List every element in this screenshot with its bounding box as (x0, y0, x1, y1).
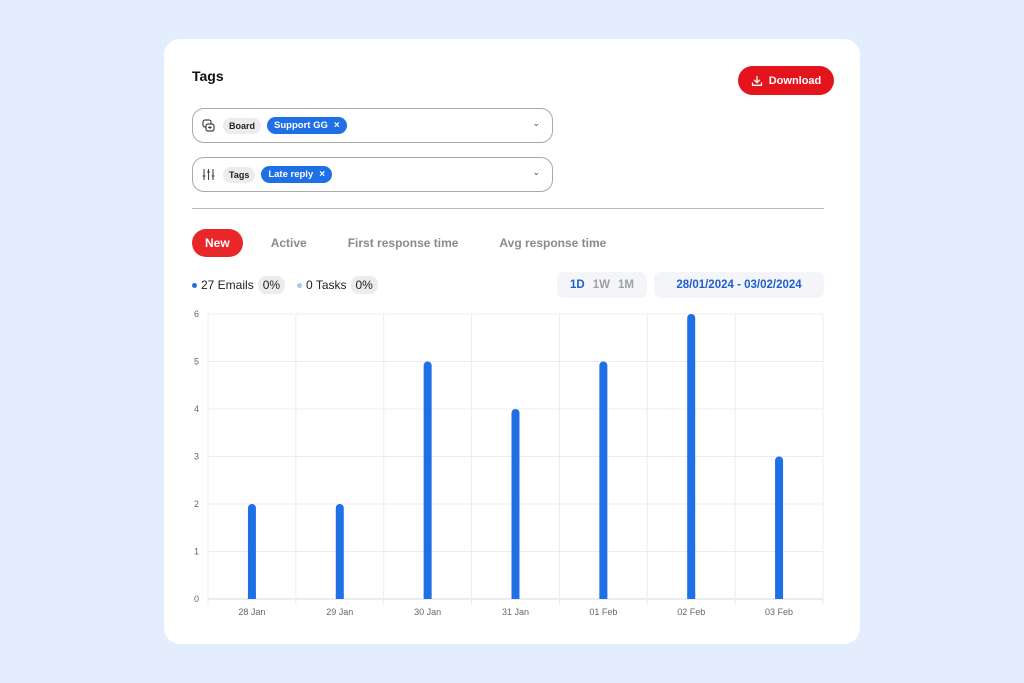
bar-chart: 0 1 2 3 4 5 6 28 Jan 29 Jan 30 Jan 31 Jan 01 Feb 02 … (194, 309, 824, 617)
y-tick-label: 0 (194, 594, 199, 604)
bar (247, 504, 256, 599)
x-tick-label: 28 Jan (238, 607, 265, 617)
x-tick-label: 29 Jan (326, 607, 353, 617)
bar (423, 361, 432, 599)
bar (511, 409, 520, 599)
bar-base (247, 594, 256, 599)
y-tick-label: 5 (194, 357, 199, 367)
bar-base (335, 594, 344, 599)
x-tick-label: 03 Feb (765, 607, 793, 617)
bar-base (599, 594, 608, 599)
bar-base (775, 594, 784, 599)
x-tick-label: 30 Jan (414, 607, 441, 617)
bar-base (687, 594, 696, 599)
x-tick-label: 02 Feb (677, 607, 705, 617)
bar-base (423, 594, 432, 599)
bar (335, 504, 344, 599)
y-tick-label: 2 (194, 499, 199, 509)
y-tick-label: 3 (194, 452, 199, 462)
bar (599, 361, 608, 599)
y-tick-label: 4 (194, 404, 199, 414)
bar (775, 456, 784, 599)
y-tick-label: 6 (194, 309, 199, 319)
x-tick-label: 01 Feb (589, 607, 617, 617)
x-tick-label: 31 Jan (502, 607, 529, 617)
bar (687, 314, 696, 599)
y-tick-label: 1 (194, 547, 199, 557)
bar-base (511, 594, 520, 599)
